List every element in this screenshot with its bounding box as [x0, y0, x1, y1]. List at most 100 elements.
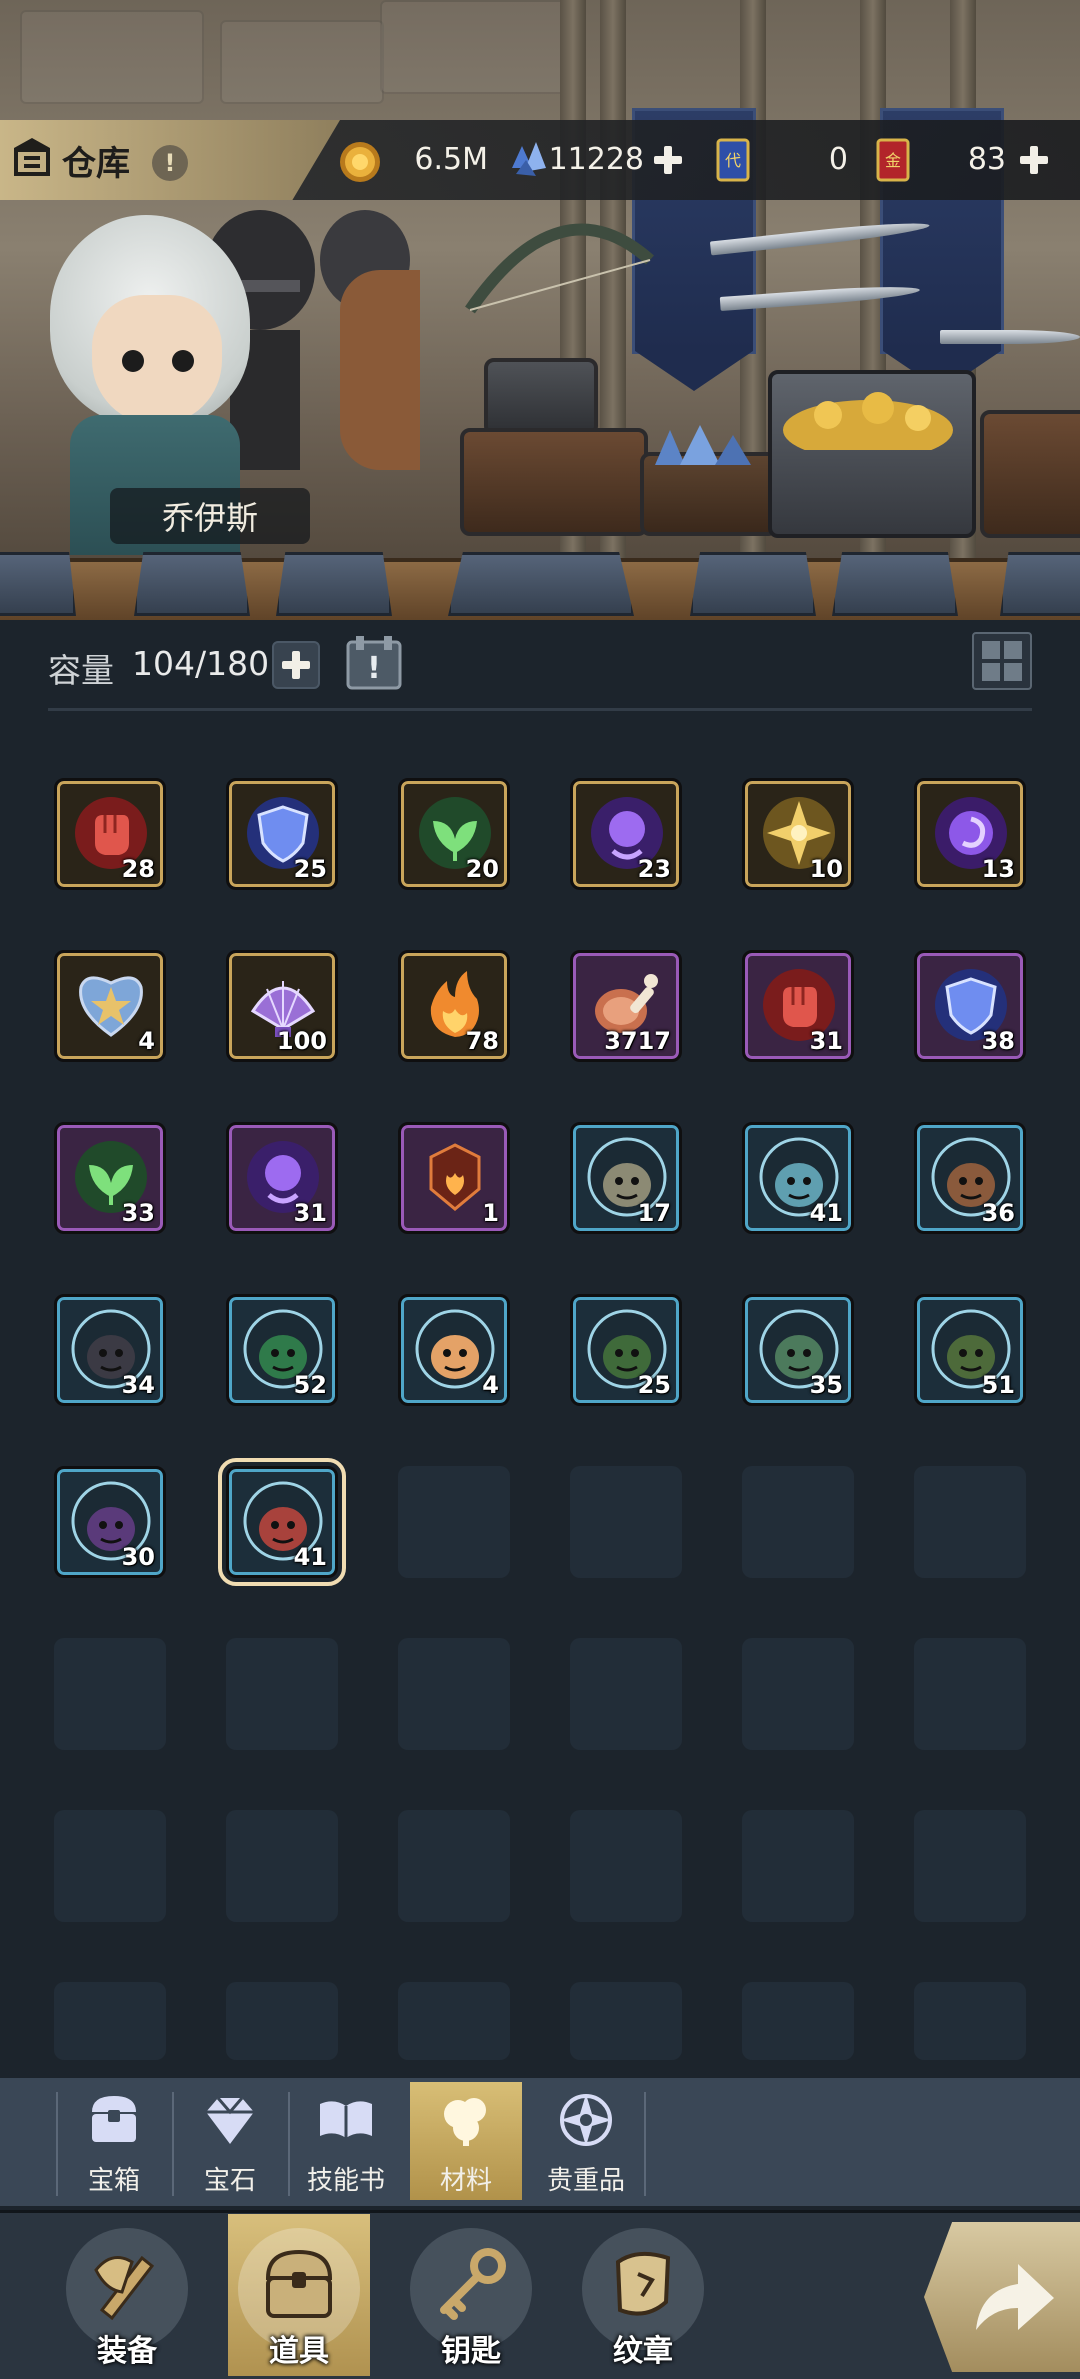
item-count: 20	[465, 855, 499, 883]
exclamation-icon[interactable]: !	[152, 145, 188, 181]
tab-chest[interactable]: 宝箱	[58, 2082, 170, 2200]
item-count: 13	[981, 855, 1015, 883]
valuable-icon	[560, 2094, 612, 2146]
item-slot[interactable]: 36	[914, 1122, 1026, 1234]
item-slot[interactable]: 4	[398, 1294, 510, 1406]
item-slot[interactable]: 17	[570, 1122, 682, 1234]
tab-valuables[interactable]: 贵重品	[530, 2082, 642, 2200]
empty-slot	[570, 1466, 682, 1578]
ledge-stone	[0, 552, 76, 616]
empty-slot	[742, 1466, 854, 1578]
item-slot[interactable]: 13	[914, 778, 1026, 890]
item-slot[interactable]: 20	[398, 778, 510, 890]
empty-slot	[398, 1638, 510, 1750]
currency-gold: 6.5M	[394, 134, 488, 184]
currency-gold-value: 6.5M	[414, 141, 488, 177]
item-count: 31	[809, 1027, 843, 1055]
nav-keys-label: 钥匙	[441, 2334, 501, 2369]
item-count: 51	[981, 1371, 1015, 1399]
item-slot[interactable]: 4	[54, 950, 166, 1062]
nav-equipment[interactable]: 装备	[56, 2214, 198, 2376]
warehouse-icon	[14, 138, 50, 176]
hero-portrait	[30, 215, 260, 555]
currency-red-ticket-value: 83	[967, 141, 1006, 177]
key-icon	[440, 2248, 506, 2320]
bow-decoration	[465, 223, 654, 314]
currency-crystal: 11228	[548, 134, 644, 184]
expand-capacity-button[interactable]	[272, 641, 320, 689]
tab-skill-book[interactable]: 技能书	[290, 2082, 402, 2200]
tab-gem-label: 宝石	[203, 2166, 256, 2196]
item-slot[interactable]: 30	[54, 1466, 166, 1578]
tab-gem[interactable]: 宝石	[174, 2082, 286, 2200]
emblem-icon	[615, 2251, 671, 2316]
item-slot[interactable]: 100	[226, 950, 338, 1062]
svg-text:金: 金	[885, 151, 901, 170]
item-count: 10	[809, 855, 843, 883]
add-red-ticket-button[interactable]	[1018, 144, 1050, 176]
item-slot[interactable]: 28	[54, 778, 166, 890]
sword-decoration	[940, 330, 1080, 344]
wooden-chest-decoration	[460, 428, 648, 536]
currency-blue-ticket-value: 0	[828, 141, 848, 177]
empty-slot	[398, 1466, 510, 1578]
nav-items[interactable]: 道具	[228, 2214, 370, 2376]
item-slot[interactable]: 31	[226, 1122, 338, 1234]
nav-emblem-label: 纹章	[613, 2334, 673, 2369]
item-slot[interactable]: 3717	[570, 950, 682, 1062]
empty-slot	[570, 1638, 682, 1750]
nav-emblem[interactable]: 纹章	[572, 2214, 714, 2376]
grid-view-icon[interactable]	[972, 632, 1032, 690]
item-count: 4	[138, 1027, 155, 1055]
item-count: 33	[121, 1199, 155, 1227]
go-button[interactable]	[924, 2222, 1080, 2372]
item-slot[interactable]: 41	[742, 1122, 854, 1234]
item-slot[interactable]: 41	[218, 1458, 346, 1586]
item-slot[interactable]: 38	[914, 950, 1026, 1062]
item-slot[interactable]: 34	[54, 1294, 166, 1406]
hero-name-plate[interactable]: 乔伊斯	[110, 488, 310, 544]
currency-crystal-value: 11228	[548, 141, 644, 177]
arrow-right-icon	[976, 2264, 1054, 2330]
sort-icon[interactable]: !	[344, 634, 406, 692]
item-slot[interactable]: 23	[570, 778, 682, 890]
equipment-icon	[94, 2255, 155, 2321]
side-chest-decoration	[980, 410, 1080, 538]
empty-slot	[398, 1982, 510, 2060]
item-slot[interactable]: 10	[742, 778, 854, 890]
nav-keys[interactable]: 钥匙	[400, 2214, 542, 2376]
item-count: 41	[809, 1199, 843, 1227]
item-slot[interactable]: 25	[570, 1294, 682, 1406]
add-crystal-button[interactable]	[652, 144, 684, 176]
item-slot[interactable]: 31	[742, 950, 854, 1062]
item-count: 30	[121, 1543, 155, 1571]
item-slot[interactable]: 51	[914, 1294, 1026, 1406]
item-slot[interactable]: 52	[226, 1294, 338, 1406]
gem-icon	[206, 2097, 254, 2144]
ledge-stone	[1000, 552, 1080, 616]
tab-skill-book-label: 技能书	[306, 2166, 385, 2196]
blue-ticket-icon: 代	[716, 138, 750, 182]
item-count: 3717	[604, 1027, 671, 1055]
item-slot[interactable]: 33	[54, 1122, 166, 1234]
empty-slot	[54, 1810, 166, 1922]
item-count: 17	[637, 1199, 671, 1227]
tab-material[interactable]: 材料	[410, 2082, 522, 2200]
item-count: 28	[121, 855, 155, 883]
item-slot[interactable]: 78	[398, 950, 510, 1062]
item-count: 23	[637, 855, 671, 883]
currency-red-ticket: 83	[920, 134, 1006, 184]
item-count: 35	[809, 1371, 843, 1399]
empty-slot	[914, 1466, 1026, 1578]
svg-text:代: 代	[725, 151, 741, 170]
item-slot[interactable]: 25	[226, 778, 338, 890]
item-count: 36	[981, 1199, 1015, 1227]
small-chest-decoration	[484, 358, 598, 436]
item-slot[interactable]: 35	[742, 1294, 854, 1406]
item-count: 25	[293, 855, 327, 883]
blue-crystal-icon	[512, 142, 546, 176]
item-slot[interactable]: 1	[398, 1122, 510, 1234]
hero-name: 乔伊斯	[161, 499, 258, 537]
ledge-stone	[832, 552, 958, 616]
empty-slot	[742, 1638, 854, 1750]
